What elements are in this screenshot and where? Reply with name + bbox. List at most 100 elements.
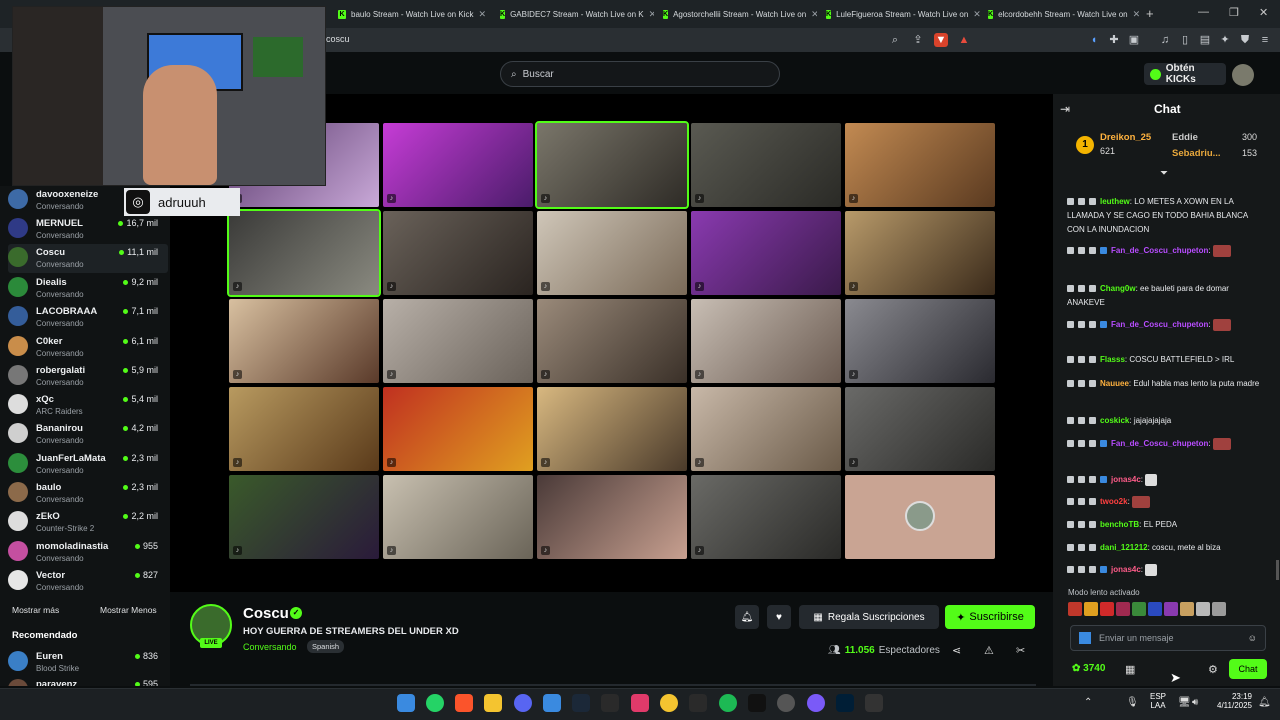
gift-leaderboard[interactable]: 1 Dreikon_25 621 Eddie 300 Sebadriu... 1…: [1058, 128, 1276, 166]
delete-icon[interactable]: [1067, 198, 1074, 206]
app-3-icon[interactable]: [865, 694, 883, 712]
timeout-icon[interactable]: [1078, 440, 1085, 448]
language-tag[interactable]: Spanish: [307, 640, 345, 653]
emote[interactable]: [1084, 602, 1098, 616]
browser-tab[interactable]: Kbaulo Stream - Watch Live on Kick ✕: [332, 4, 492, 24]
collapse-chat-icon[interactable]: ⇥: [1060, 102, 1070, 116]
emote[interactable]: [1068, 602, 1082, 616]
ban-icon[interactable]: [1089, 566, 1096, 574]
volume-icon[interactable]: 🔊︎: [1192, 697, 1198, 708]
delete-icon[interactable]: [1067, 476, 1074, 484]
notification-bell-button[interactable]: 🔔︎: [735, 605, 759, 629]
audio-icon[interactable]: ◖: [1087, 33, 1101, 47]
sidebar-item-robergalati[interactable]: robergalati Conversando 5,9 mil: [8, 362, 168, 391]
close-tab-icon[interactable]: ✕: [811, 9, 817, 20]
photoshop-icon[interactable]: [836, 694, 854, 712]
ai-icon[interactable]: ✦: [1218, 33, 1232, 47]
stream-category[interactable]: Conversando: [243, 642, 297, 652]
sidebar-item-paravenz[interactable]: paravenz 595: [8, 676, 168, 686]
sidebar-item-zeko[interactable]: zEkO Counter-Strike 2 2,2 mil: [8, 508, 168, 537]
emote[interactable]: [1148, 602, 1162, 616]
brave-icon[interactable]: [455, 694, 473, 712]
report-icon[interactable]: ⚠: [984, 644, 994, 657]
browser-tab[interactable]: K LuleFigueroa Stream - Watch Live on ✕: [820, 4, 980, 24]
delete-icon[interactable]: [1067, 247, 1074, 255]
filter-icon[interactable]: ⏷: [1160, 168, 1168, 179]
close-tab-icon[interactable]: ✕: [649, 9, 654, 20]
close-tab-icon[interactable]: ✕: [1133, 9, 1141, 20]
delete-icon[interactable]: [1067, 440, 1074, 448]
brave-rewards-icon[interactable]: ▲: [957, 33, 971, 47]
emote[interactable]: [1212, 602, 1226, 616]
timeout-icon[interactable]: [1078, 321, 1085, 329]
discord-icon[interactable]: [514, 694, 532, 712]
sidebar-item-c0ker[interactable]: C0ker Conversando 6,1 mil: [8, 333, 168, 362]
timeout-icon[interactable]: [1078, 285, 1085, 293]
emote-bar[interactable]: [1068, 602, 1266, 618]
emote[interactable]: [1196, 602, 1210, 616]
share-icon[interactable]: ⇪: [911, 33, 925, 47]
sidebar-item-juanferlamata[interactable]: JuanFerLaMata Conversando 2,3 mil: [8, 450, 168, 479]
timeout-icon[interactable]: [1078, 566, 1085, 574]
timeout-icon[interactable]: [1078, 521, 1085, 529]
sidebar-item-euren[interactable]: Euren Blood Strike 836: [8, 648, 168, 677]
settings-gear-icon[interactable]: ⚙: [1208, 663, 1218, 676]
sidebar-item-xqc[interactable]: xQc ARC Raiders 5,4 mil: [8, 391, 168, 420]
ban-icon[interactable]: [1089, 247, 1096, 255]
emote[interactable]: [1164, 602, 1178, 616]
tiktok-studio-icon[interactable]: [631, 694, 649, 712]
capcut-2-icon[interactable]: [689, 694, 707, 712]
delete-icon[interactable]: [1067, 544, 1074, 552]
timeout-icon[interactable]: [1078, 498, 1085, 506]
sidebar-item-diealis[interactable]: Diealis Conversando 9,2 mil: [8, 274, 168, 303]
steam-icon[interactable]: [572, 694, 590, 712]
clock[interactable]: 23:19 4/11/2025: [1214, 692, 1252, 710]
notification-icon[interactable]: 🔔︎: [1258, 697, 1271, 708]
whatsapp-icon[interactable]: [426, 694, 444, 712]
file-explorer-icon[interactable]: [484, 694, 502, 712]
subscribe-button[interactable]: ✦ Suscribirse: [945, 605, 1035, 629]
delete-icon[interactable]: [1067, 521, 1074, 529]
sidebar-item-coscu[interactable]: Coscu Conversando 11,1 mil: [8, 244, 168, 273]
send-chat-button[interactable]: Chat: [1229, 659, 1267, 679]
emote[interactable]: [1100, 602, 1114, 616]
menu-icon[interactable]: ≡: [1258, 33, 1272, 47]
search-input[interactable]: ⌕ Buscar: [500, 61, 780, 87]
ban-icon[interactable]: [1089, 498, 1096, 506]
ban-icon[interactable]: [1089, 285, 1096, 293]
vpn-icon[interactable]: ⛊: [1238, 33, 1252, 47]
sidebar-item-vector[interactable]: Vector Conversando 827: [8, 567, 168, 596]
sidebar-item-lacobraaa[interactable]: LACOBRAAA Conversando 7,1 mil: [8, 303, 168, 332]
maximize-icon[interactable]: ❐: [1229, 6, 1239, 19]
sidebar-item-momoladinastia[interactable]: momoladinastia Conversando 955: [8, 538, 168, 567]
delete-icon[interactable]: [1067, 285, 1074, 293]
app-2-icon[interactable]: [807, 694, 825, 712]
photos-icon[interactable]: [543, 694, 561, 712]
ban-icon[interactable]: [1089, 198, 1096, 206]
user-avatar[interactable]: [1232, 64, 1254, 86]
minimize-icon[interactable]: —: [1198, 6, 1209, 18]
window-close-icon[interactable]: ✕: [1259, 6, 1268, 19]
emote[interactable]: [1116, 602, 1130, 616]
emoji-icon[interactable]: ☺: [1248, 633, 1257, 643]
chat-message-input[interactable]: Enviar un mensaje ☺: [1070, 625, 1266, 651]
ban-icon[interactable]: [1089, 476, 1096, 484]
chat-scrollbar[interactable]: [1276, 560, 1279, 580]
close-tab-icon[interactable]: ✕: [478, 9, 486, 20]
brave-shield-icon[interactable]: ▼: [934, 33, 948, 47]
channel-name[interactable]: Coscu: [243, 605, 289, 622]
share-icon[interactable]: ⋖: [952, 644, 961, 657]
ban-icon[interactable]: [1089, 380, 1096, 388]
language-indicator[interactable]: ESP LAA: [1150, 692, 1166, 710]
mic-tray-icon[interactable]: 🎙︎: [1126, 697, 1139, 708]
url-text[interactable]: coscu: [326, 34, 350, 44]
screenshot-icon[interactable]: ▣: [1127, 33, 1141, 47]
show-more-link[interactable]: Mostrar más: [12, 605, 59, 615]
delete-icon[interactable]: [1067, 380, 1074, 388]
ban-icon[interactable]: [1089, 544, 1096, 552]
spotify-icon[interactable]: [719, 694, 737, 712]
timeout-icon[interactable]: [1078, 198, 1085, 206]
delete-icon[interactable]: [1067, 566, 1074, 574]
music-icon[interactable]: ♫: [1158, 33, 1172, 47]
timeout-icon[interactable]: [1078, 476, 1085, 484]
